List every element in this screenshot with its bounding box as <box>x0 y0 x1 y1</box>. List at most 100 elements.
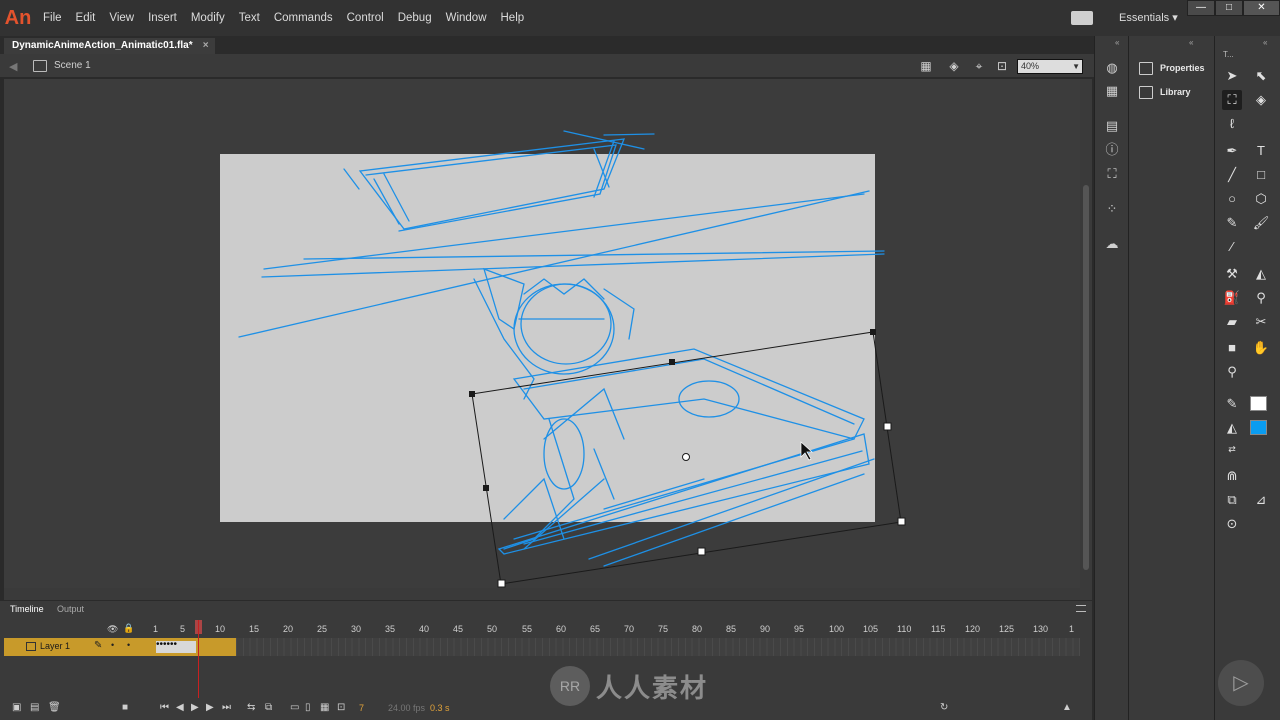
play-icon[interactable]: ▶ <box>191 702 199 713</box>
zoom-tool-icon[interactable]: ⚲ <box>1222 362 1242 382</box>
bone-tool-icon[interactable]: ⚒ <box>1222 264 1242 284</box>
tab-timeline[interactable]: Timeline <box>10 604 44 614</box>
camera-icon[interactable]: ■ <box>122 702 128 713</box>
modify-markers-icon[interactable]: ▦ <box>320 702 329 713</box>
hand-tool-icon[interactable]: ✋ <box>1251 338 1271 358</box>
keyframes[interactable]: •••••• <box>156 640 196 653</box>
pasteboard[interactable] <box>4 79 1080 588</box>
horizontal-scrollbar[interactable] <box>4 588 1092 600</box>
step-forward-icon[interactable]: ▶ <box>206 702 214 713</box>
visibility-dot[interactable]: • <box>111 640 114 650</box>
menu-help[interactable]: Help <box>494 12 532 24</box>
mountain-icon[interactable]: ▲ <box>1062 702 1072 713</box>
snap-icon[interactable]: ⌖ <box>971 59 987 73</box>
fill-color-icon[interactable]: ◭ <box>1222 418 1242 438</box>
transform-icon[interactable]: ⛶ <box>1103 166 1121 182</box>
minimize-button[interactable]: — <box>1187 0 1215 16</box>
new-layer-icon[interactable]: ▣ <box>12 702 21 713</box>
brush-tool-icon[interactable]: ⁄ <box>1222 237 1242 257</box>
text-tool-icon[interactable]: T <box>1251 141 1271 161</box>
3d-rotation-tool-icon[interactable]: ◈ <box>1251 90 1271 110</box>
eyedropper-tool-icon[interactable]: ⚲ <box>1251 288 1271 308</box>
refresh-icon[interactable]: ↻ <box>940 702 948 713</box>
menu-control[interactable]: Control <box>340 12 391 24</box>
edit-multiple-icon[interactable]: ▯ <box>305 702 311 713</box>
line-tool-icon[interactable]: ╱ <box>1222 165 1242 185</box>
loop-icon[interactable]: ⇆ <box>247 702 255 713</box>
new-folder-icon[interactable]: ▤ <box>30 702 39 713</box>
rectangle-tool-icon[interactable]: □ <box>1251 165 1271 185</box>
play-overlay-icon[interactable]: ▷ <box>1218 660 1264 706</box>
fit-icon[interactable]: ⊡ <box>337 702 345 713</box>
eye-icon[interactable]: 👁 <box>107 624 118 635</box>
step-back-icon[interactable]: ◀ <box>176 702 184 713</box>
fill-color-swatch[interactable] <box>1250 420 1267 435</box>
camera-tool-icon[interactable]: ■ <box>1222 338 1242 358</box>
edit-scene-icon[interactable]: ▦ <box>918 59 934 73</box>
rotate-icon[interactable]: ⊙ <box>1222 514 1242 534</box>
lock-dot[interactable]: • <box>127 640 130 650</box>
straighten-icon[interactable]: ⊿ <box>1251 490 1271 510</box>
snap-to-objects-icon[interactable]: ⋒ <box>1222 466 1242 486</box>
menu-debug[interactable]: Debug <box>391 12 439 24</box>
align-icon[interactable]: ▤ <box>1103 118 1121 134</box>
pencil-tool-icon[interactable]: ✎ <box>1222 213 1242 233</box>
swatches-icon[interactable]: ▦ <box>1103 83 1121 99</box>
swap-colors-icon[interactable]: ⇄ <box>1222 439 1242 459</box>
library-tab[interactable]: Library <box>1139 83 1191 101</box>
paint-brush-tool-icon[interactable]: 🖌 <box>1251 213 1271 233</box>
polystar-tool-icon[interactable]: ⬡ <box>1251 189 1271 209</box>
paint-bucket-tool-icon[interactable]: ◭ <box>1251 264 1271 284</box>
first-frame-icon[interactable]: ⏮ <box>160 702 169 713</box>
subselection-tool-icon[interactable]: ⬉ <box>1251 66 1271 86</box>
delete-icon[interactable]: 🗑 <box>48 702 61 713</box>
stroke-color-swatch[interactable] <box>1250 396 1267 411</box>
last-frame-icon[interactable]: ⏭ <box>222 702 231 713</box>
edit-symbols-icon[interactable]: ◈ <box>946 59 962 73</box>
panel-menu-icon[interactable] <box>1076 605 1086 612</box>
tab-output[interactable]: Output <box>57 604 84 614</box>
selection-tool-icon[interactable]: ➤ <box>1222 66 1242 86</box>
info-icon[interactable]: ⓘ <box>1103 142 1121 158</box>
menu-modify[interactable]: Modify <box>184 12 232 24</box>
pen-tool-icon[interactable]: ✒ <box>1222 141 1242 161</box>
collapse-icon[interactable]: « <box>1263 38 1267 47</box>
layer-name[interactable]: Layer 1 <box>40 641 70 651</box>
document-tab[interactable]: DynamicAnimeAction_Animatic01.fla* × <box>4 38 215 54</box>
sketch-drawing[interactable] <box>4 79 1080 588</box>
eraser-tool-icon[interactable]: ▰ <box>1222 312 1242 332</box>
scene-breadcrumb[interactable]: Scene 1 <box>54 60 91 71</box>
stroke-color-icon[interactable]: ✎ <box>1222 394 1242 414</box>
vertical-scrollbar[interactable] <box>1080 79 1092 588</box>
properties-tab[interactable]: Properties <box>1139 59 1205 77</box>
close-tab-icon[interactable]: × <box>203 38 209 54</box>
menu-edit[interactable]: Edit <box>69 12 103 24</box>
collapse-icon[interactable]: « <box>1115 38 1119 47</box>
width-tool-icon[interactable]: ✂ <box>1251 312 1271 332</box>
components-icon[interactable]: ⁘ <box>1103 201 1121 217</box>
lasso-tool-icon[interactable]: ℓ <box>1222 114 1242 134</box>
maximize-button[interactable]: □ <box>1215 0 1243 16</box>
color-icon[interactable]: ◍ <box>1103 60 1121 76</box>
cc-libraries-icon[interactable]: ☁ <box>1103 236 1121 252</box>
onion-skin-icon[interactable]: ⧉ <box>265 702 272 713</box>
lock-icon[interactable]: 🔒 <box>123 623 134 634</box>
vertical-scroll-thumb[interactable] <box>1083 185 1089 570</box>
ink-bottle-tool-icon[interactable]: ⛽ <box>1222 288 1242 308</box>
menu-insert[interactable]: Insert <box>141 12 184 24</box>
collapse-icon[interactable]: « <box>1189 38 1193 47</box>
menu-text[interactable]: Text <box>232 12 267 24</box>
menu-view[interactable]: View <box>102 12 141 24</box>
back-arrow-icon[interactable]: ◀ <box>9 60 17 73</box>
menu-window[interactable]: Window <box>439 12 494 24</box>
close-window-button[interactable]: ✕ <box>1243 0 1280 16</box>
zoom-select[interactable]: 40% ▼ <box>1017 59 1083 74</box>
smooth-icon[interactable]: ⧉ <box>1222 490 1242 510</box>
center-stage-icon[interactable]: ⊡ <box>994 59 1010 73</box>
oval-tool-icon[interactable]: ○ <box>1222 189 1242 209</box>
menu-file[interactable]: File <box>36 12 69 24</box>
layer-frames[interactable] <box>236 638 1080 656</box>
free-transform-tool-icon[interactable]: ⛶ <box>1222 90 1242 110</box>
onion-outlines-icon[interactable]: ▭ <box>290 702 299 713</box>
workspace-dropdown[interactable]: Essentials ▾ <box>1119 11 1178 24</box>
